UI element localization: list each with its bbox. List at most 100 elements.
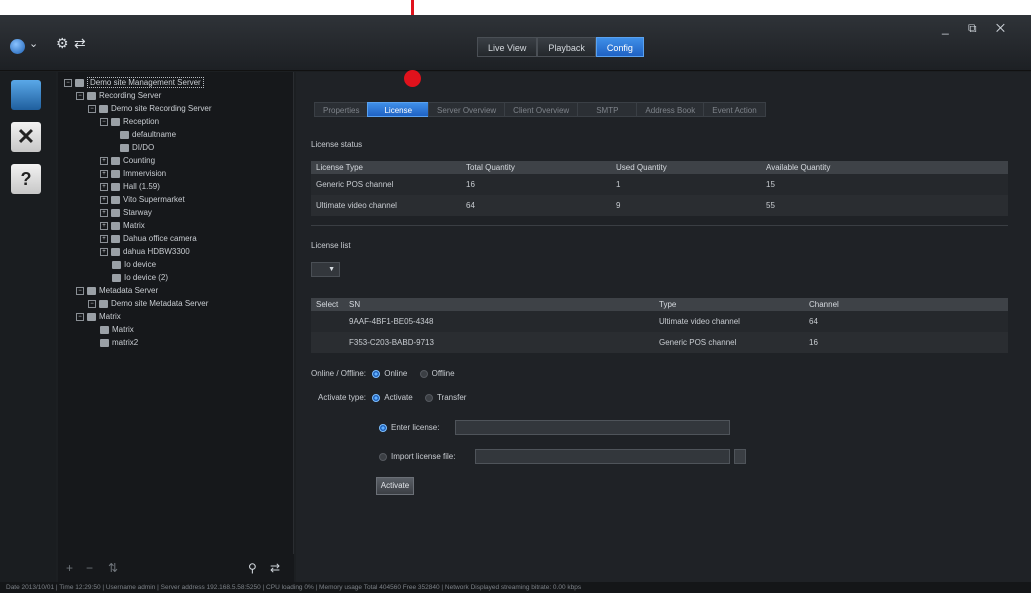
globe-icon[interactable]: [10, 39, 25, 54]
tree-node[interactable]: DI/DO: [120, 142, 154, 154]
select-cell[interactable]: [311, 311, 344, 332]
license-status-table: License Type Total Quantity Used Quantit…: [311, 161, 1008, 216]
collapse-icon[interactable]: −: [76, 286, 84, 295]
license-list-filter-dropdown[interactable]: ▼: [311, 262, 340, 277]
table-cell: 64: [461, 195, 611, 216]
table-row[interactable]: F353-C203-BABD-9713 Generic POS channel …: [311, 332, 1008, 353]
table-cell: 55: [761, 195, 1008, 216]
expand-icon[interactable]: +: [100, 195, 108, 204]
table-row[interactable]: 9AAF-4BF1-BE05-4348 Ultimate video chann…: [311, 311, 1008, 332]
tab-client-overview[interactable]: Client Overview: [504, 102, 578, 117]
chevron-down-icon[interactable]: ⌄: [29, 37, 38, 50]
expand-icon[interactable]: +: [100, 208, 108, 217]
tree-node[interactable]: + Matrix: [100, 220, 145, 232]
table-header-row: License Type Total Quantity Used Quantit…: [311, 161, 1008, 174]
tree-node[interactable]: − Reception: [100, 116, 159, 128]
tree-node[interactable]: Matrix: [100, 324, 134, 336]
expand-icon[interactable]: +: [100, 169, 108, 178]
tree-node[interactable]: − Recording Server: [76, 90, 161, 102]
select-cell[interactable]: [311, 332, 344, 353]
collapse-icon[interactable]: −: [76, 91, 84, 100]
tree-node[interactable]: + Vito Supermarket: [100, 194, 185, 206]
column-header: Total Quantity: [461, 161, 611, 174]
tab-smtp[interactable]: SMTP: [577, 102, 637, 117]
transfer-radio[interactable]: [424, 393, 433, 402]
refresh-icon[interactable]: ⇄: [74, 35, 86, 52]
window-controls[interactable]: _ ⧉ ✕: [942, 21, 1013, 36]
activate-button[interactable]: Activate: [376, 477, 414, 495]
collapse-icon[interactable]: −: [88, 104, 96, 113]
config-sub-tabs: Properties License Server Overview Clien…: [314, 102, 766, 117]
tab-license[interactable]: License: [367, 102, 429, 117]
import-license-file-input[interactable]: [475, 449, 730, 464]
tree-node[interactable]: − Metadata Server: [76, 285, 158, 297]
tree-node[interactable]: + Starway: [100, 207, 152, 219]
tree-node-management-server[interactable]: − Demo site Management Server: [64, 77, 204, 89]
activate-radio[interactable]: [372, 393, 381, 402]
offline-option-label[interactable]: Offline: [432, 369, 455, 378]
expand-icon[interactable]: +: [100, 234, 108, 243]
sort-icon[interactable]: ⇅: [108, 561, 118, 575]
tree-node[interactable]: − Demo site Recording Server: [88, 103, 211, 115]
tab-config[interactable]: Config: [595, 37, 644, 57]
collapse-icon[interactable]: −: [100, 117, 108, 126]
tree-node[interactable]: matrix2: [100, 337, 138, 349]
online-offline-label: Online / Offline:: [311, 369, 366, 378]
status-bar: Date 2013/10/01 | Time 12:29:50 | Userna…: [0, 582, 1031, 593]
io-device-icon: [112, 273, 121, 282]
tree-node[interactable]: − Demo site Metadata Server: [88, 298, 208, 310]
tree-node[interactable]: − Matrix: [76, 311, 121, 323]
tree-node[interactable]: + Dahua office camera: [100, 233, 197, 245]
tab-properties[interactable]: Properties: [314, 102, 368, 117]
tools-icon[interactable]: ✕: [11, 122, 41, 152]
add-icon[interactable]: +: [66, 561, 73, 575]
expand-icon[interactable]: +: [100, 156, 108, 165]
tree-node[interactable]: Io device: [112, 259, 156, 271]
enter-license-radio[interactable]: [379, 423, 387, 432]
tree-node[interactable]: + dahua HDBW3300: [100, 246, 190, 258]
help-icon[interactable]: ?: [11, 164, 41, 194]
app-window: ⌄ ⚙ ⇄ Live View Playback Config _ ⧉ ✕ ✕ …: [0, 15, 1031, 593]
tree-node[interactable]: + Counting: [100, 155, 155, 167]
tree-node[interactable]: + Immervision: [100, 168, 166, 180]
collapse-icon[interactable]: −: [64, 78, 72, 87]
transfer-option-label[interactable]: Transfer: [437, 393, 467, 402]
collapse-icon[interactable]: −: [76, 312, 84, 321]
expand-icon[interactable]: +: [100, 182, 108, 191]
tab-live-view[interactable]: Live View: [477, 37, 538, 57]
online-radio[interactable]: [372, 369, 381, 378]
collapse-icon[interactable]: −: [88, 299, 96, 308]
camera-icon: [111, 117, 120, 126]
tab-event-action[interactable]: Event Action: [703, 102, 766, 117]
remove-icon[interactable]: −: [86, 561, 93, 575]
tree-node[interactable]: + Hall (1.59): [100, 181, 160, 193]
column-header: Used Quantity: [611, 161, 761, 174]
column-header: Type: [654, 298, 804, 311]
import-license-radio[interactable]: [379, 452, 387, 461]
expand-icon[interactable]: +: [100, 221, 108, 230]
refresh-icon[interactable]: ⇄: [270, 561, 280, 575]
browse-file-button[interactable]: [734, 449, 746, 464]
add-device-icon[interactable]: ⚙: [56, 35, 69, 52]
enter-license-input[interactable]: [455, 420, 730, 435]
server-icon: [87, 91, 96, 100]
io-device-icon: [112, 260, 121, 269]
matrix-icon: [87, 312, 96, 321]
tab-playback[interactable]: Playback: [537, 37, 596, 57]
expand-icon[interactable]: +: [100, 247, 108, 256]
camera-icon: [111, 234, 120, 243]
tree-node[interactable]: Io device (2): [112, 272, 168, 284]
online-option-label[interactable]: Online: [384, 369, 407, 378]
server-icon[interactable]: [11, 80, 41, 110]
tab-server-overview[interactable]: Server Overview: [428, 102, 505, 117]
online-offline-row: Online / Offline: Online Offline: [311, 369, 465, 378]
main-tabs: Live View Playback Config: [477, 37, 644, 57]
tab-address-book[interactable]: Address Book: [636, 102, 704, 117]
activate-option-label[interactable]: Activate: [384, 393, 412, 402]
table-cell: 15: [761, 174, 1008, 195]
camera-icon: [111, 221, 120, 230]
search-icon[interactable]: ⚲: [248, 561, 257, 575]
table-cell: 16: [461, 174, 611, 195]
tree-node[interactable]: defaultname: [120, 129, 176, 141]
offline-radio[interactable]: [419, 369, 428, 378]
